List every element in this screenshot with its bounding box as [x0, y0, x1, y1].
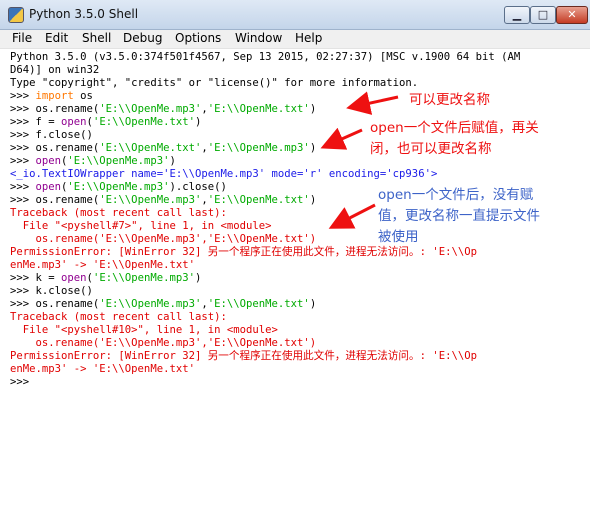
- window-title: Python 3.5.0 Shell: [29, 7, 139, 21]
- shell-text-segment: ): [169, 155, 176, 167]
- shell-text-segment: PermissionError: [WinError 32] 另一个程序正在使用…: [10, 350, 477, 362]
- shell-text-segment: >>>: [10, 155, 36, 167]
- python-app-icon: [8, 7, 24, 23]
- shell-line: enMe.mp3' -> 'E:\\OpenMe.txt': [10, 363, 195, 376]
- shell-text-segment: >>> os.rename(: [10, 194, 100, 206]
- shell-text-segment: >>> k =: [10, 272, 62, 284]
- shell-line: >>> os.rename('E:\\OpenMe.mp3','E:\\Open…: [10, 298, 316, 311]
- shell-line: <_io.TextIOWrapper name='E:\\OpenMe.mp3'…: [10, 168, 437, 181]
- shell-text-segment: enMe.mp3' -> 'E:\\OpenMe.txt': [10, 363, 195, 375]
- menu-edit[interactable]: Edit: [45, 31, 68, 45]
- close-button[interactable]: ✕: [556, 6, 588, 24]
- annotation-note-2-line-2: 闭，也可以更改名称: [370, 141, 492, 157]
- shell-text-segment: >>> f.close(): [10, 129, 93, 141]
- maximize-button[interactable]: □: [530, 6, 556, 24]
- shell-text-segment: D64)] on win32: [10, 64, 100, 76]
- menu-options[interactable]: Options: [175, 31, 221, 45]
- shell-line: >>>: [10, 376, 36, 389]
- shell-line: >>> k.close(): [10, 285, 93, 298]
- shell-line: os.rename('E:\\OpenMe.mp3','E:\\OpenMe.t…: [10, 337, 317, 350]
- shell-text-segment: 'E:\\OpenMe.mp3': [67, 181, 170, 193]
- shell-text-segment: >>>: [10, 376, 36, 388]
- shell-text-segment: 'E:\\OpenMe.txt': [207, 103, 310, 115]
- shell-text-segment: open: [61, 116, 87, 128]
- shell-line: >>> f.close(): [10, 129, 93, 142]
- title-bar[interactable]: Python 3.5.0 Shell ▁ □ ✕: [0, 0, 590, 30]
- shell-text-segment: Traceback (most recent call last):: [10, 207, 227, 219]
- shell-line: File "<pyshell#7>", line 1, in <module>: [10, 220, 272, 233]
- shell-line: Type "copyright", "credits" or "license(…: [10, 77, 418, 90]
- shell-text-segment: open: [61, 272, 87, 284]
- shell-text-segment: File "<pyshell#7>", line 1, in <module>: [10, 220, 272, 232]
- shell-text-segment: 'E:\\OpenMe.txt': [99, 142, 202, 154]
- shell-text-segment: >>> os.rename(: [10, 103, 100, 115]
- shell-text-segment: ): [309, 298, 317, 310]
- shell-text-segment: >>> f =: [10, 116, 62, 128]
- annotation-note-1: 可以更改名称: [409, 92, 490, 108]
- shell-text-segment: 'E:\\OpenMe.mp3': [99, 298, 202, 310]
- shell-line: PermissionError: [WinError 32] 另一个程序正在使用…: [10, 350, 477, 363]
- shell-line: >>> open('E:\\OpenMe.mp3').close(): [10, 181, 227, 194]
- menu-debug[interactable]: Debug: [123, 31, 162, 45]
- menu-window[interactable]: Window: [235, 31, 282, 45]
- shell-text-segment: 'E:\\OpenMe.txt': [92, 116, 195, 128]
- shell-text-segment: >>> os.rename(: [10, 298, 100, 310]
- shell-text-segment: open: [35, 155, 62, 167]
- shell-text-segment: 'E:\\OpenMe.txt': [207, 298, 310, 310]
- shell-text-segment: ): [309, 103, 317, 115]
- shell-line: Traceback (most recent call last):: [10, 207, 227, 220]
- shell-line: Python 3.5.0 (v3.5.0:374f501f4567, Sep 1…: [10, 51, 520, 64]
- shell-text-segment: Python 3.5.0 (v3.5.0:374f501f4567, Sep 1…: [10, 51, 521, 63]
- shell-text-segment: Type "copyright", "credits" or "license(…: [10, 77, 419, 89]
- minimize-button[interactable]: ▁: [504, 6, 530, 24]
- shell-text-segment: 'E:\\OpenMe.mp3': [207, 142, 310, 154]
- shell-text-segment: os.rename('E:\\OpenMe.mp3','E:\\OpenMe.t…: [10, 337, 317, 349]
- shell-text-segment: <_io.TextIOWrapper name='E:\\OpenMe.mp3'…: [10, 168, 438, 180]
- shell-text-segment: >>> k.close(): [10, 285, 93, 297]
- shell-line: enMe.mp3' -> 'E:\\OpenMe.txt': [10, 259, 195, 272]
- shell-text-segment: 'E:\\OpenMe.mp3': [99, 103, 202, 115]
- shell-line: >>> open('E:\\OpenMe.mp3'): [10, 155, 176, 168]
- shell-text-segment: open: [35, 181, 62, 193]
- shell-line: D64)] on win32: [10, 64, 99, 77]
- annotation-note-3-line-1: open一个文件后，没有赋: [378, 187, 534, 203]
- shell-line: >>> os.rename('E:\\OpenMe.txt','E:\\Open…: [10, 142, 316, 155]
- shell-text-segment: import: [35, 90, 74, 102]
- shell-line: Traceback (most recent call last):: [10, 311, 227, 324]
- menu-help[interactable]: Help: [295, 31, 322, 45]
- shell-text-segment: 'E:\\OpenMe.txt': [207, 194, 310, 206]
- shell-line: >>> os.rename('E:\\OpenMe.mp3','E:\\Open…: [10, 103, 316, 116]
- annotation-note-2-line-1: open一个文件后赋值，再关: [370, 120, 539, 136]
- shell-text-segment: ): [195, 116, 202, 128]
- shell-line: >>> import os: [10, 90, 93, 103]
- shell-text-segment: >>> os.rename(: [10, 142, 100, 154]
- shell-text-segment: 'E:\\OpenMe.mp3': [67, 155, 170, 167]
- shell-text-segment: 'E:\\OpenMe.mp3': [92, 272, 195, 284]
- shell-text-segment: File "<pyshell#10>", line 1, in <module>: [10, 324, 278, 336]
- shell-text-segment: ): [195, 272, 202, 284]
- shell-text-segment: >>>: [10, 90, 36, 102]
- shell-line: os.rename('E:\\OpenMe.mp3','E:\\OpenMe.t…: [10, 233, 317, 246]
- menu-bar: File Edit Shell Debug Options Window Hel…: [0, 30, 590, 48]
- annotation-note-3-line-3: 被使用: [378, 229, 419, 245]
- shell-line: >>> k = open('E:\\OpenMe.mp3'): [10, 272, 201, 285]
- menu-file[interactable]: File: [12, 31, 32, 45]
- shell-text-segment: enMe.mp3' -> 'E:\\OpenMe.txt': [10, 259, 195, 271]
- annotation-note-3-line-2: 值，更改名称一直提示文件: [378, 208, 540, 224]
- shell-text-segment: os: [73, 90, 93, 102]
- shell-text-segment: >>>: [10, 181, 36, 193]
- shell-text-segment: ): [309, 142, 317, 154]
- shell-line: File "<pyshell#10>", line 1, in <module>: [10, 324, 278, 337]
- shell-text-segment: Traceback (most recent call last):: [10, 311, 227, 323]
- shell-line: >>> f = open('E:\\OpenMe.txt'): [10, 116, 201, 129]
- menu-shell[interactable]: Shell: [82, 31, 111, 45]
- shell-text-segment: ).close(): [169, 181, 227, 193]
- shell-text-segment: os.rename('E:\\OpenMe.mp3','E:\\OpenMe.t…: [10, 233, 317, 245]
- shell-text-segment: 'E:\\OpenMe.mp3': [99, 194, 202, 206]
- shell-line: >>> os.rename('E:\\OpenMe.mp3','E:\\Open…: [10, 194, 316, 207]
- shell-text-segment: ): [309, 194, 317, 206]
